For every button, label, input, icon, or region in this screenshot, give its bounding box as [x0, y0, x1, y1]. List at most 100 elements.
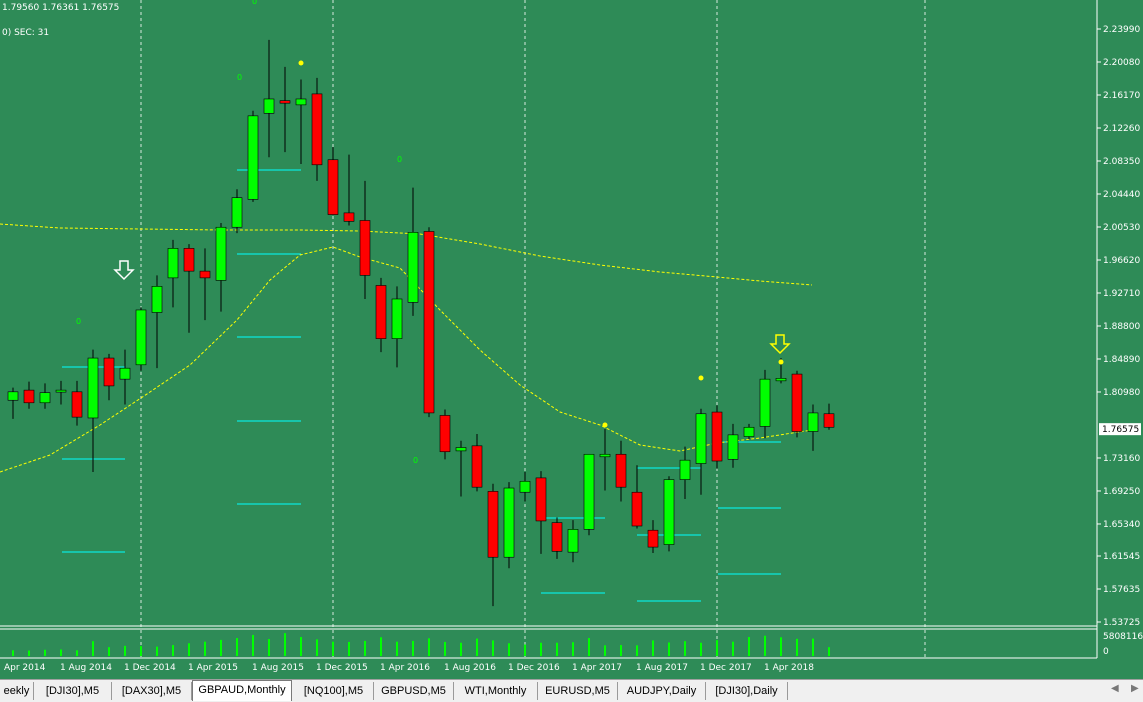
tab-eurusd-m5[interactable]: EURUSD,M5 [538, 682, 618, 700]
bull-candle [391, 298, 403, 339]
bull-candle [759, 378, 771, 427]
fractal-dot [698, 375, 704, 381]
date-axis-label: 1 Dec 2016 [508, 663, 560, 673]
bear-candle [23, 389, 35, 404]
bear-candle [183, 248, 195, 272]
fractal-dot [778, 359, 784, 365]
date-axis-label: 1 Dec 2014 [124, 663, 176, 673]
bear-candle [423, 231, 435, 414]
bull-candle [663, 479, 675, 545]
price-axis-label: 2.00530 [1103, 223, 1140, 233]
price-axis-label: 1.80980 [1103, 388, 1140, 398]
tab-nq100-m5[interactable]: [NQ100],M5 [294, 682, 374, 700]
bull-candle [87, 357, 99, 419]
price-axis-label: 2.08350 [1103, 157, 1140, 167]
bear-candle [279, 100, 291, 104]
tab-gbpaud-monthly[interactable]: GBPAUD,Monthly [192, 680, 292, 701]
bear-candle [199, 270, 211, 279]
price-axis-label: 1.61545 [1103, 552, 1140, 562]
bull-candle [231, 197, 243, 228]
bull-candle [567, 529, 579, 553]
bull-candle [727, 434, 739, 460]
scroll-right-icon[interactable]: ▶ [1131, 683, 1139, 694]
bear-candle [471, 445, 483, 488]
price-axis-label: 2.12260 [1103, 124, 1140, 134]
bull-candle [695, 413, 707, 464]
bear-candle [311, 93, 323, 166]
bear-candle [439, 415, 451, 453]
bull-candle [679, 459, 691, 480]
bull-candle [215, 226, 227, 281]
bear-candle [647, 529, 659, 548]
timer-info-text: 0) SEC: 31 [2, 28, 50, 38]
bull-candle [807, 412, 819, 432]
bull-candle [39, 392, 51, 404]
date-axis-label: 1 Apr 2016 [380, 663, 430, 673]
price-axis-label: 1.88800 [1103, 322, 1140, 332]
tab-dax30-m5[interactable]: [DAX30],M5 [112, 682, 192, 700]
bull-candle [503, 487, 515, 558]
bull-candle [775, 378, 787, 382]
date-axis-label: 1 Apr 2017 [572, 663, 622, 673]
bull-candle [55, 389, 67, 393]
date-axis-label: Apr 2014 [4, 663, 46, 673]
bear-candle [103, 357, 115, 387]
date-axis-label: 1 Dec 2017 [700, 663, 752, 673]
price-axis-label: 2.04440 [1103, 190, 1140, 200]
price-axis-label: 1.96620 [1103, 256, 1140, 266]
price-axis-label: 1.57635 [1103, 585, 1140, 595]
date-axis-label: 1 Dec 2015 [316, 663, 368, 673]
zero-marker: 0 [397, 155, 402, 164]
ohlc-info-text: 1.79560 1.76361 1.76575 [2, 3, 120, 13]
bear-candle [551, 522, 563, 552]
zero-marker: 0 [76, 317, 81, 326]
bear-candle [327, 159, 339, 215]
bull-candle [743, 426, 755, 437]
date-axis-label: 1 Aug 2014 [60, 663, 112, 673]
bull-candle [599, 453, 611, 458]
bull-candle [455, 447, 467, 452]
moving-average-fast [0, 246, 813, 473]
date-axis-label: 1 Apr 2018 [764, 663, 814, 673]
volume-axis-label: 0 [1103, 647, 1109, 657]
bear-candle [711, 411, 723, 462]
bull-candle [295, 98, 307, 106]
bull-candle [167, 248, 179, 279]
price-axis-label: 1.65340 [1103, 520, 1140, 530]
tab-weekly[interactable]: eekly [0, 682, 34, 700]
bull-candle [135, 309, 147, 366]
tab-wti-monthly[interactable]: WTI,Monthly [454, 682, 538, 700]
fractal-dot [298, 60, 304, 66]
price-axis-label: 1.92710 [1103, 289, 1140, 299]
scroll-left-icon[interactable]: ◀ [1111, 683, 1119, 694]
chart-tab-bar: eekly [DJI30],M5 [DAX30],M5 GBPAUD,Month… [0, 679, 1143, 702]
date-axis-label: 1 Aug 2017 [636, 663, 688, 673]
bear-candle [359, 220, 371, 276]
zero-marker: 0 [252, 0, 257, 6]
zero-marker: 0 [413, 456, 418, 465]
bear-candle [631, 491, 643, 527]
price-axis-label: 2.23990 [1103, 25, 1140, 35]
tab-dji30-daily[interactable]: [DJI30],Daily [706, 682, 788, 700]
bear-candle [615, 453, 627, 488]
candlestick-chart[interactable]: 2.23990 2.20080 2.16170 2.12260 2.08350 2.044… [0, 0, 1143, 679]
date-axis-label: 1 Apr 2015 [188, 663, 238, 673]
bull-candle [519, 480, 531, 493]
sell-arrow-icon [113, 260, 135, 281]
volume-axis-label: 5808116 [1103, 632, 1143, 642]
fractal-dot [602, 422, 608, 428]
tab-gbpusd-m5[interactable]: GBPUSD,M5 [374, 682, 454, 700]
bull-candle [7, 391, 19, 401]
price-axis-label: 1.84890 [1103, 355, 1140, 365]
bear-candle [487, 491, 499, 558]
price-axis-label: 1.73160 [1103, 454, 1140, 464]
bull-candle [247, 115, 259, 200]
bull-candle [119, 367, 131, 380]
bear-candle [71, 391, 83, 418]
bear-candle [823, 413, 835, 428]
tab-dji30-m5[interactable]: [DJI30],M5 [34, 682, 112, 700]
bear-candle [343, 212, 355, 222]
bull-candle [151, 286, 163, 313]
bull-candle [263, 98, 275, 114]
tab-audjpy-daily[interactable]: AUDJPY,Daily [618, 682, 706, 700]
